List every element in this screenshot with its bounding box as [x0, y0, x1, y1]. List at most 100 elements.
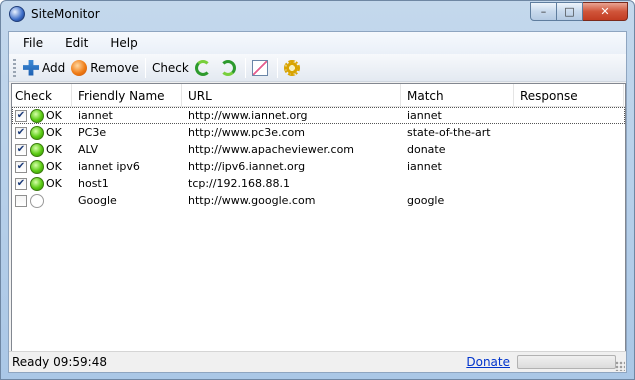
- title-bar[interactable]: SiteMonitor – □ ✕: [1, 1, 634, 31]
- list-item[interactable]: Google http://www.google.com google: [12, 192, 625, 209]
- plus-icon: [23, 59, 39, 76]
- list-header: Check Friendly Name URL Match Response: [12, 84, 625, 107]
- friendly-name-cell: host1: [78, 177, 109, 190]
- check-cell: ✔ OK: [12, 158, 72, 175]
- url-cell: http://www.apacheviewer.com: [188, 143, 355, 156]
- progress-bar: [517, 355, 616, 369]
- friendly-name-cell: iannet: [78, 109, 113, 122]
- status-text-cell: OK: [46, 177, 62, 190]
- column-header-response[interactable]: Response: [514, 84, 624, 107]
- check-cell: ✔ OK: [12, 107, 72, 124]
- friendly-name-cell: PC3e: [78, 126, 107, 139]
- menu-bar: File Edit Help: [9, 32, 626, 54]
- donate-link[interactable]: Donate: [466, 355, 510, 369]
- settings-button[interactable]: [281, 57, 306, 79]
- toolbar-separator: [276, 57, 278, 78]
- list-rows: ✔ OK iannet http://www.iannet.org iannet ✔ OK P…: [12, 107, 625, 209]
- url-cell: http://www.iannet.org: [188, 109, 308, 122]
- response-cell: [514, 141, 624, 158]
- response-cell: [514, 192, 624, 209]
- minimize-button[interactable]: –: [530, 2, 557, 21]
- match-cell: [401, 175, 514, 192]
- toolbar: Add Remove Check: [9, 54, 626, 82]
- enabled-checkbox[interactable]: [15, 194, 27, 207]
- url-cell: http://www.pc3e.com: [188, 126, 305, 139]
- resize-grip[interactable]: [615, 361, 625, 371]
- enabled-checkbox[interactable]: ✔: [15, 126, 27, 139]
- chart-icon: [251, 59, 268, 76]
- url-cell: http://ipv6.iannet.org: [188, 160, 306, 173]
- response-cell: [514, 175, 624, 192]
- list-item[interactable]: ✔ OK host1 tcp://192.168.88.1: [12, 175, 625, 192]
- toolbar-grip[interactable]: [13, 58, 16, 77]
- enabled-checkbox[interactable]: ✔: [15, 109, 27, 122]
- url-cell: http://www.google.com: [188, 194, 316, 207]
- minimize-icon: –: [540, 5, 547, 18]
- match-cell: iannet: [407, 109, 442, 122]
- column-header-match[interactable]: Match: [401, 84, 514, 107]
- column-header-friendly-name[interactable]: Friendly Name: [72, 84, 182, 107]
- url-cell: tcp://192.168.88.1: [188, 177, 290, 190]
- client-area: File Edit Help Add Remove Check Check Fr…: [8, 31, 627, 373]
- site-list[interactable]: Check Friendly Name URL Match Response ✔…: [11, 83, 626, 352]
- toolbar-separator: [144, 57, 146, 78]
- list-item[interactable]: ✔ OK ALV http://www.apacheviewer.com donate: [12, 141, 625, 158]
- status-text-cell: OK: [46, 160, 62, 173]
- match-cell: state-of-the-art: [407, 126, 491, 139]
- column-header-check[interactable]: Check: [12, 84, 72, 107]
- refresh-all-button[interactable]: [217, 57, 242, 79]
- status-text: Ready 09:59:48: [12, 355, 107, 369]
- add-label: Add: [42, 60, 66, 75]
- toolbar-separator: [244, 57, 246, 78]
- remove-label: Remove: [90, 60, 139, 75]
- menu-help[interactable]: Help: [102, 36, 145, 50]
- friendly-name-cell: iannet ipv6: [78, 160, 140, 173]
- status-indicator-icon: [30, 193, 44, 208]
- check-cell: ✔ OK: [12, 175, 72, 192]
- check-label: Check: [151, 60, 189, 75]
- friendly-name-cell: Google: [78, 194, 117, 207]
- list-item[interactable]: ✔ OK iannet ipv6 http://ipv6.iannet.org iann…: [12, 158, 625, 175]
- enabled-checkbox[interactable]: ✔: [15, 160, 27, 173]
- response-cell: [514, 107, 624, 124]
- friendly-name-cell: ALV: [78, 143, 98, 156]
- close-icon: ✕: [600, 5, 610, 18]
- status-indicator-icon: [30, 176, 44, 191]
- response-cell: [514, 158, 624, 175]
- status-indicator-icon: [30, 159, 44, 174]
- add-button[interactable]: Add: [20, 57, 68, 79]
- response-cell: [514, 124, 624, 141]
- check-button[interactable]: Check: [149, 57, 192, 79]
- menu-edit[interactable]: Edit: [57, 36, 96, 50]
- match-cell: iannet: [407, 160, 442, 173]
- remove-button[interactable]: Remove: [68, 57, 142, 79]
- menu-file[interactable]: File: [15, 36, 51, 50]
- status-indicator-icon: [30, 142, 44, 157]
- check-cell: ✔ OK: [12, 141, 72, 158]
- list-item[interactable]: ✔ OK iannet http://www.iannet.org iannet: [12, 107, 625, 124]
- column-header-url[interactable]: URL: [182, 84, 401, 107]
- close-button[interactable]: ✕: [583, 2, 628, 21]
- refresh-button[interactable]: [192, 57, 217, 79]
- window-title: SiteMonitor: [31, 7, 100, 21]
- enabled-checkbox[interactable]: ✔: [15, 143, 27, 156]
- caption-buttons: – □ ✕: [530, 2, 628, 21]
- sitemonitor-window: SiteMonitor – □ ✕ File Edit Help Add Rem…: [0, 0, 635, 380]
- status-indicator-icon: [30, 108, 44, 123]
- status-bar: Ready 09:59:48 Donate: [9, 351, 626, 372]
- maximize-button[interactable]: □: [557, 2, 583, 21]
- gear-icon: [283, 59, 300, 76]
- list-item[interactable]: ✔ OK PC3e http://www.pc3e.com state-of-the-a…: [12, 124, 625, 141]
- refresh-icon: [194, 59, 211, 76]
- chart-button[interactable]: [249, 57, 274, 79]
- maximize-icon: □: [564, 5, 575, 18]
- status-text-cell: OK: [46, 126, 62, 139]
- status-indicator-icon: [30, 125, 44, 140]
- match-cell: google: [407, 194, 445, 207]
- globe-icon: [9, 6, 25, 22]
- enabled-checkbox[interactable]: ✔: [15, 177, 27, 190]
- refresh-all-icon: [219, 59, 236, 76]
- status-text-cell: OK: [46, 143, 62, 156]
- check-cell: [12, 192, 72, 209]
- match-cell: donate: [407, 143, 446, 156]
